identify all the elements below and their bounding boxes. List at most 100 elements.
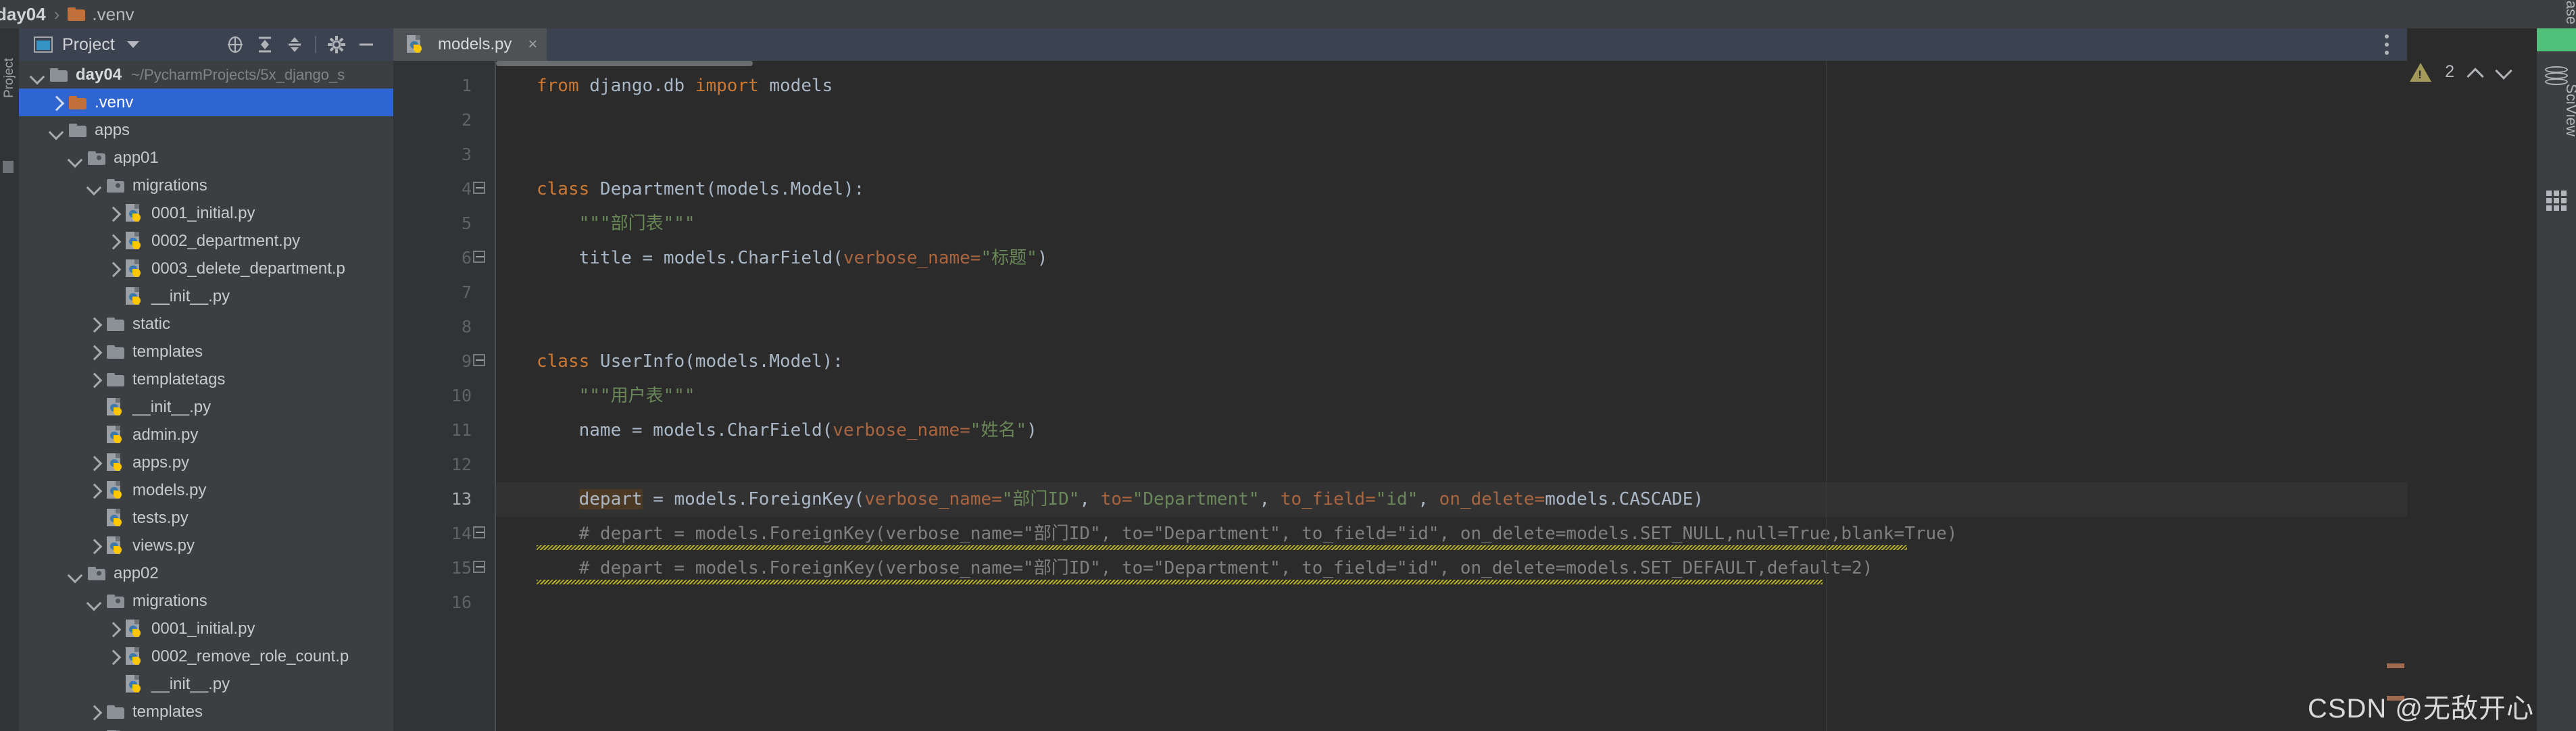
chevron-right-icon[interactable] xyxy=(85,454,103,472)
stripe-label-project[interactable]: Project xyxy=(2,44,17,98)
code-line[interactable]: depart = models.ForeignKey(verbose_name=… xyxy=(537,482,1704,517)
line-number[interactable]: 3 xyxy=(393,145,472,164)
line-number[interactable]: 13 xyxy=(393,489,472,509)
code-fold-icon[interactable] xyxy=(473,354,488,369)
chevron-down-icon[interactable] xyxy=(47,122,65,139)
python-file-icon xyxy=(126,647,143,666)
code-fold-icon[interactable] xyxy=(473,182,488,197)
chevron-right-icon[interactable] xyxy=(104,648,122,665)
tree-item-templatetags[interactable]: templatetags xyxy=(19,366,393,393)
tree-item--init-py[interactable]: __init__.py xyxy=(19,282,393,310)
tree-item-day04[interactable]: day04 ~/PycharmProjects/5x_django_s xyxy=(19,61,393,89)
tree-item--venv[interactable]: .venv xyxy=(19,89,393,116)
breadcrumb-project[interactable]: day04 xyxy=(0,4,46,25)
code-fold-icon[interactable] xyxy=(473,251,488,266)
tree-item-models-py[interactable]: models.py xyxy=(19,476,393,504)
error-stripe-mark[interactable] xyxy=(2387,663,2404,668)
line-number[interactable]: 14 xyxy=(393,524,472,543)
project-panel-title[interactable]: Project xyxy=(62,35,115,55)
tree-item-0001-initial-py[interactable]: 0001_initial.py xyxy=(19,615,393,642)
chevron-right-icon[interactable] xyxy=(85,537,103,555)
line-number[interactable]: 9 xyxy=(393,351,472,371)
settings-gear-icon[interactable] xyxy=(322,30,351,59)
tree-item-templates[interactable]: templates xyxy=(19,698,393,726)
chevron-down-icon[interactable] xyxy=(85,593,103,610)
more-options-icon[interactable] xyxy=(2367,28,2407,61)
code-line[interactable]: """部门表""" xyxy=(537,207,695,241)
chevron-down-icon[interactable] xyxy=(85,177,103,195)
code-line[interactable]: class Department(models.Model): xyxy=(537,172,864,207)
line-number[interactable]: 6 xyxy=(393,248,472,268)
chevron-down-icon[interactable] xyxy=(126,41,139,48)
chevron-right-icon[interactable] xyxy=(104,232,122,250)
tree-item-app01[interactable]: app01 xyxy=(19,144,393,172)
code-line[interactable]: """用户表""" xyxy=(537,379,695,413)
chevron-right-icon[interactable] xyxy=(47,94,65,111)
code-fold-icon[interactable] xyxy=(473,526,488,541)
code-token: "姓名" xyxy=(970,420,1027,440)
tree-item-tests-py[interactable]: tests.py xyxy=(19,504,393,532)
editor-gutter[interactable]: 1 2 3 4 5 6 7 8 9 10 11 12 13 14 15 16 xyxy=(393,61,495,731)
chevron-right-icon[interactable] xyxy=(85,371,103,388)
chevron-right-icon[interactable] xyxy=(104,260,122,278)
python-file-icon xyxy=(107,508,124,528)
code-token: to= xyxy=(1100,489,1133,509)
line-number[interactable]: 5 xyxy=(393,213,472,233)
select-opened-file-icon[interactable] xyxy=(220,30,250,59)
code-line[interactable]: title = models.CharField(verbose_name="标… xyxy=(537,241,1048,276)
code-fold-icon[interactable] xyxy=(473,561,488,576)
tree-item-templates[interactable]: templates xyxy=(19,338,393,366)
code-line[interactable]: from django.db import models xyxy=(537,69,833,103)
tab-models-py[interactable]: models.py × xyxy=(393,28,547,61)
tree-item-apps[interactable]: apps xyxy=(19,116,393,144)
line-number[interactable]: 15 xyxy=(393,558,472,578)
code-line[interactable]: name = models.CharField(verbose_name="姓名… xyxy=(537,413,1037,448)
tree-item--init-py[interactable]: __init__.py xyxy=(19,670,393,698)
tree-item-0001-initial-py[interactable]: 0001_initial.py xyxy=(19,199,393,227)
hide-panel-icon[interactable] xyxy=(351,30,381,59)
tree-item-admin-py[interactable]: admin.py xyxy=(19,421,393,449)
chevron-down-icon[interactable] xyxy=(2496,65,2511,80)
code-line[interactable]: class UserInfo(models.Model): xyxy=(537,345,843,379)
expand-all-icon[interactable] xyxy=(250,30,280,59)
tree-item-0003-delete-department-p[interactable]: 0003_delete_department.p xyxy=(19,255,393,282)
chevron-down-icon[interactable] xyxy=(66,149,84,167)
tree-item--init-py[interactable]: __init__.py xyxy=(19,393,393,421)
line-number[interactable]: 11 xyxy=(393,420,472,440)
tree-item-app02[interactable]: app02 xyxy=(19,559,393,587)
line-number[interactable]: 7 xyxy=(393,282,472,302)
chevron-up-icon[interactable] xyxy=(2468,65,2483,80)
line-number[interactable]: 4 xyxy=(393,179,472,199)
line-number[interactable]: 12 xyxy=(393,455,472,474)
tree-item-apps-py[interactable]: apps.py xyxy=(19,449,393,476)
tree-item-migrations[interactable]: migrations xyxy=(19,172,393,199)
chevron-right-icon[interactable] xyxy=(104,620,122,638)
line-number[interactable]: 1 xyxy=(393,76,472,95)
python-file-icon xyxy=(107,536,124,555)
tree-item--init-py[interactable]: __init__.py xyxy=(19,726,393,731)
line-number[interactable]: 2 xyxy=(393,110,472,130)
line-number[interactable]: 8 xyxy=(393,317,472,336)
code-editor[interactable]: 1 2 3 4 5 6 7 8 9 10 11 12 13 14 15 16 from django.db i… xyxy=(393,61,2407,731)
chevron-down-icon[interactable] xyxy=(66,565,84,582)
tree-item-static[interactable]: static xyxy=(19,310,393,338)
chevron-right-icon[interactable] xyxy=(85,316,103,333)
code-content[interactable]: from django.db import models class Depart… xyxy=(496,61,2407,731)
breadcrumb-current[interactable]: .venv xyxy=(92,4,134,25)
line-number[interactable]: 10 xyxy=(393,386,472,405)
chevron-right-icon[interactable] xyxy=(85,343,103,361)
python-file-icon xyxy=(126,674,143,694)
tree-item-0002-department-py[interactable]: 0002_department.py xyxy=(19,227,393,255)
close-icon[interactable]: × xyxy=(528,35,537,54)
project-file-tree[interactable]: day04 ~/PycharmProjects/5x_django_s .venv a… xyxy=(19,61,393,731)
tree-item-migrations[interactable]: migrations xyxy=(19,587,393,615)
tree-item-views-py[interactable]: views.py xyxy=(19,532,393,559)
collapse-all-icon[interactable] xyxy=(280,30,309,59)
chevron-down-icon[interactable] xyxy=(28,66,46,84)
line-number[interactable]: 16 xyxy=(393,593,472,612)
chevron-right-icon[interactable] xyxy=(104,205,122,222)
chevron-right-icon[interactable] xyxy=(85,703,103,721)
chevron-right-icon[interactable] xyxy=(85,482,103,499)
tree-item-0002-remove-role-count-p[interactable]: 0002_remove_role_count.p xyxy=(19,642,393,670)
